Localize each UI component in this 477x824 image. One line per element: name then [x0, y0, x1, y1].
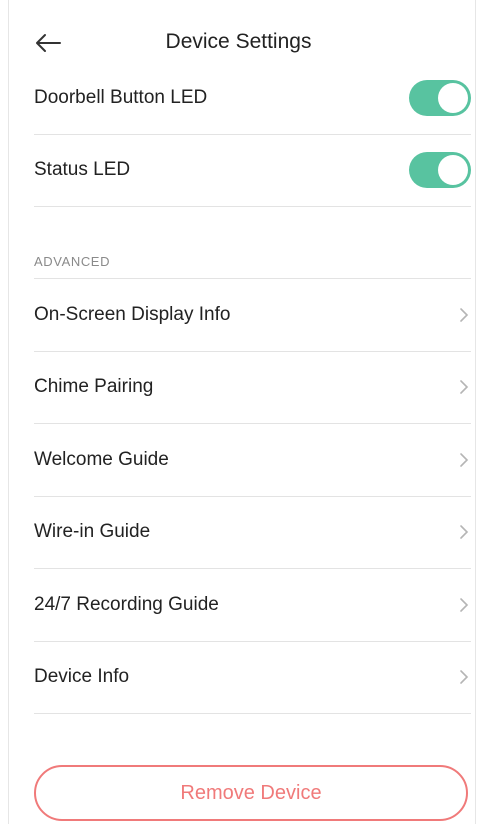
list-item-label: Welcome Guide	[34, 449, 169, 470]
frame-border-left	[8, 0, 9, 824]
header: Device Settings	[0, 22, 477, 66]
list-item-label: Device Info	[34, 666, 130, 687]
list-item-welcome-guide[interactable]: Welcome Guide	[34, 424, 471, 497]
list-item-label: Wire-in Guide	[34, 521, 151, 542]
list-item-wire-in-guide[interactable]: Wire-in Guide	[34, 496, 471, 569]
list-item-label: On-Screen Display Info	[34, 304, 231, 325]
toggle-knob	[438, 83, 468, 113]
remove-device-button[interactable]: Remove Device	[34, 765, 468, 821]
status-led-toggle[interactable]	[409, 152, 471, 188]
section-header-advanced: ADVANCED	[34, 250, 471, 279]
setting-row-status-led: Status LED	[34, 134, 471, 207]
setting-row-doorbell-led: Doorbell Button LED	[34, 62, 471, 135]
chevron-right-icon	[460, 598, 469, 612]
page-title: Device Settings	[165, 30, 312, 53]
chevron-right-icon	[460, 453, 469, 467]
chevron-right-icon	[460, 525, 469, 539]
frame-border-right	[475, 0, 476, 824]
list-item-device-info[interactable]: Device Info	[34, 641, 471, 714]
list-item-recording-guide[interactable]: 24/7 Recording Guide	[34, 569, 471, 642]
list-item-label: Chime Pairing	[34, 376, 154, 397]
doorbell-led-toggle[interactable]	[409, 80, 471, 116]
chevron-right-icon	[460, 670, 469, 684]
section-label: ADVANCED	[34, 254, 111, 269]
toggle-knob	[438, 155, 468, 185]
list-item-label: 24/7 Recording Guide	[34, 594, 219, 615]
list-item-chime-pairing[interactable]: Chime Pairing	[34, 351, 471, 424]
setting-label: Status LED	[34, 159, 131, 180]
chevron-right-icon	[460, 308, 469, 322]
setting-label: Doorbell Button LED	[34, 87, 208, 108]
list-item-on-screen-display-info[interactable]: On-Screen Display Info	[34, 279, 471, 352]
chevron-right-icon	[460, 380, 469, 394]
